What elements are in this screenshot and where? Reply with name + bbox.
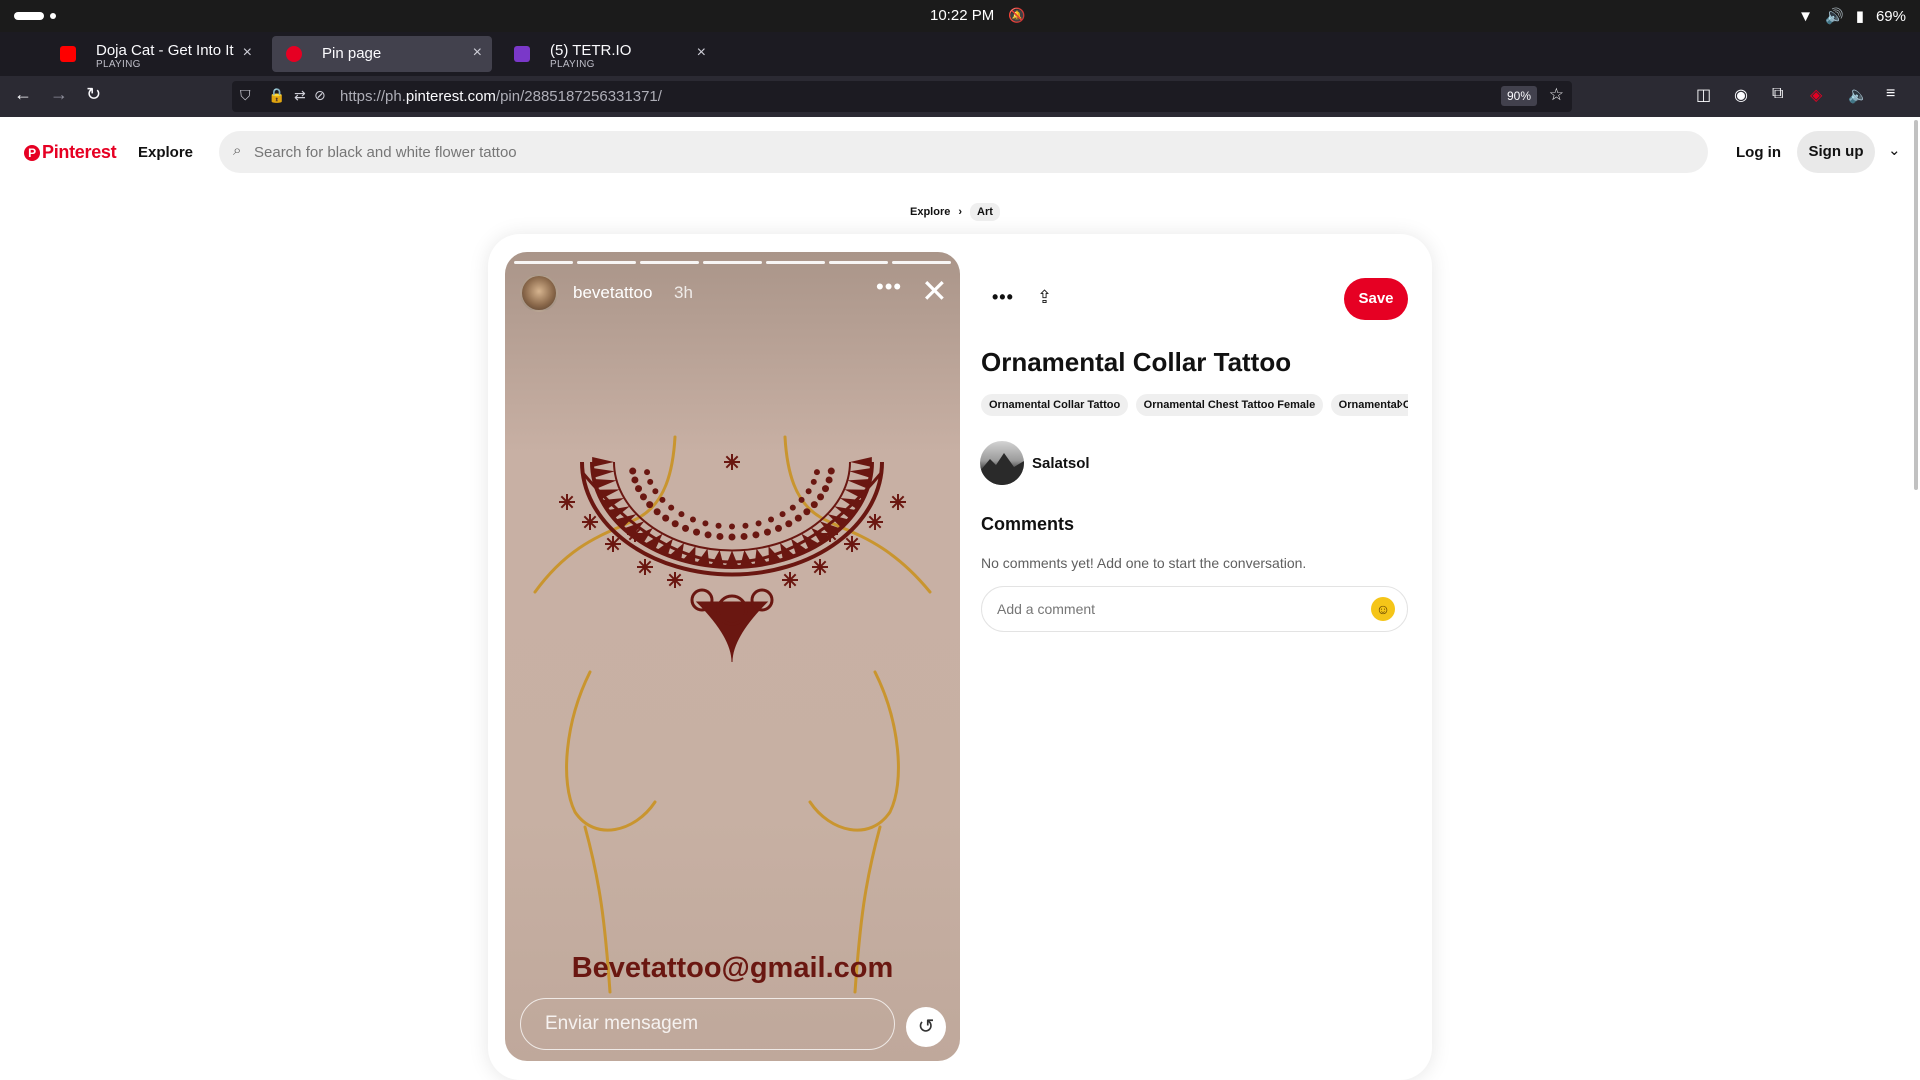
forward-arrow-icon[interactable]: → xyxy=(50,84,68,105)
story-progress-bars xyxy=(514,261,951,264)
pocket-icon[interactable]: ◫ xyxy=(1696,85,1711,105)
chevron-right-icon: › xyxy=(958,206,963,218)
chevron-right-icon[interactable]: › xyxy=(1398,395,1403,412)
comments-empty-text: No comments yet! Add one to start the co… xyxy=(981,555,1307,571)
battery-icon: ▮ xyxy=(1855,8,1864,25)
story-progress-segment xyxy=(703,261,762,264)
reload-icon[interactable]: ↻ xyxy=(86,84,101,105)
comment-placeholder: Add a comment xyxy=(997,601,1096,617)
close-tab-icon[interactable]: × xyxy=(243,44,252,62)
breadcrumb: Explore › Art xyxy=(910,203,1000,221)
zoom-level[interactable]: 90% xyxy=(1500,86,1537,106)
page-scrollbar[interactable] xyxy=(1914,120,1918,490)
story-progress-segment xyxy=(829,261,888,264)
pin-image-story[interactable]: bevetattoo 3h ••• ✕ Bevetattoo@gmail.com… xyxy=(505,252,960,1061)
comments-heading: Comments xyxy=(981,514,1075,534)
activities-indicator[interactable] xyxy=(14,12,44,20)
pin-title: Ornamental Collar Tattoo xyxy=(981,347,1292,377)
emoji-icon[interactable]: ☺ xyxy=(1371,597,1395,621)
story-close-icon: ✕ xyxy=(921,273,948,309)
close-tab-icon[interactable]: × xyxy=(473,44,482,62)
tab-youtube[interactable]: Doja Cat - Get Into It (Yuh PLAYING × xyxy=(46,36,262,72)
tab-audio-icon[interactable]: 🔈 xyxy=(1848,85,1868,105)
system-clock[interactable]: 10:22 PM xyxy=(930,7,994,24)
system-top-bar: 10:22 PM 🔕 ▼ 🔊 ▮ 69% xyxy=(0,0,1920,32)
explore-link[interactable]: Explore xyxy=(138,144,193,161)
workspace-dot xyxy=(50,13,56,19)
story-reply-icon: ↺ xyxy=(906,1007,946,1047)
comment-input[interactable]: Add a comment ☺ xyxy=(981,586,1408,632)
account-icon[interactable]: ◉ xyxy=(1734,85,1748,105)
bookmark-star-icon[interactable]: ☆ xyxy=(1549,85,1564,105)
mountain-avatar-image xyxy=(980,453,1024,485)
system-tray[interactable]: ▼ 🔊 ▮ 69% xyxy=(1798,7,1906,26)
battery-percent: 69% xyxy=(1875,7,1906,25)
search-input[interactable]: ⌕ Search for black and white flower tatt… xyxy=(219,131,1708,173)
tag-list: Ornamental Collar Tattoo Ornamental Ches… xyxy=(981,394,1408,416)
volume-icon: 🔊 xyxy=(1825,8,1844,25)
chevron-down-icon[interactable]: ⌄ xyxy=(1888,141,1901,159)
youtube-favicon-icon xyxy=(60,46,76,62)
tab-status: PLAYING xyxy=(96,59,141,70)
story-email-text: Bevetattoo@gmail.com xyxy=(571,952,894,984)
tab-title: Pin page xyxy=(322,45,382,62)
wifi-icon: ▼ xyxy=(1798,7,1814,25)
back-arrow-icon[interactable]: ← xyxy=(14,84,32,105)
share-icon[interactable]: ⇪ xyxy=(1037,287,1052,308)
tetrio-favicon-icon xyxy=(514,46,530,62)
browser-tab-strip: ▣ Doja Cat - Get Into It (Yuh PLAYING × … xyxy=(0,32,1920,97)
story-time: 3h xyxy=(674,283,693,302)
story-progress-segment xyxy=(766,261,825,264)
close-tab-icon[interactable]: × xyxy=(697,44,706,62)
story-progress-segment xyxy=(514,261,573,264)
signup-button[interactable]: Sign up xyxy=(1797,131,1875,173)
more-options-icon[interactable]: ••• xyxy=(992,287,1014,308)
tab-status: PLAYING xyxy=(550,59,595,70)
collar-tattoo-illustration xyxy=(533,435,932,994)
breadcrumb-art[interactable]: Art xyxy=(970,203,1000,221)
pinterest-logo[interactable]: P Pinterest xyxy=(24,142,117,163)
story-username: bevetattoo xyxy=(573,283,653,302)
author-avatar[interactable] xyxy=(980,441,1024,485)
save-button[interactable]: Save xyxy=(1344,278,1408,320)
search-placeholder: Search for black and white flower tattoo xyxy=(254,144,517,161)
tag-chip[interactable]: Ornamental Chest Tattoo Female xyxy=(1135,394,1324,416)
author-name[interactable]: Salatsol xyxy=(1032,455,1090,472)
breadcrumb-explore[interactable]: Explore xyxy=(910,206,950,218)
story-progress-segment xyxy=(577,261,636,264)
camera-blocked-icon[interactable]: ⊘ xyxy=(314,87,326,104)
login-button[interactable]: Log in xyxy=(1736,144,1781,161)
tracking-shield-icon[interactable]: ⛉ xyxy=(240,87,251,104)
url-text[interactable]: https://ph.pinterest.com/pin/28851872563… xyxy=(340,88,662,105)
story-progress-segment xyxy=(892,261,951,264)
story-more-icon: ••• xyxy=(876,274,903,299)
ublock-icon[interactable]: ◈ xyxy=(1810,85,1822,105)
story-message-input: Enviar mensagem xyxy=(520,998,895,1050)
url-bar[interactable]: ⛉ 🔒 ⇄ ⊘ https://ph.pinterest.com/pin/288… xyxy=(232,81,1572,112)
pinterest-favicon-icon xyxy=(286,46,302,62)
story-avatar xyxy=(520,274,558,312)
lock-icon[interactable]: 🔒 xyxy=(268,87,285,104)
permissions-icon[interactable]: ⇄ xyxy=(294,87,306,104)
pinterest-header: P Pinterest Explore ⌕ Search for black an… xyxy=(0,117,1920,189)
menu-hamburger-icon[interactable]: ≡ xyxy=(1886,85,1895,103)
notifications-muted-icon: 🔕 xyxy=(1008,7,1026,23)
story-progress-segment xyxy=(640,261,699,264)
tab-pin-page[interactable]: Pin page × xyxy=(272,36,492,72)
search-icon: ⌕ xyxy=(233,142,242,159)
tab-tetrio[interactable]: (5) TETR.IO PLAYING × xyxy=(500,36,716,72)
extensions-icon[interactable]: ⧉ xyxy=(1772,85,1783,103)
browser-nav-bar: ← → ↻ ⛉ 🔒 ⇄ ⊘ https://ph.pinterest.com/p… xyxy=(0,76,1920,117)
tag-chip[interactable]: Ornamental Ch xyxy=(1330,394,1408,416)
tag-chip[interactable]: Ornamental Collar Tattoo xyxy=(981,394,1129,416)
pinterest-p-icon: P xyxy=(24,145,40,161)
tab-title: Doja Cat - Get Into It (Yuh xyxy=(96,42,236,59)
tab-title: (5) TETR.IO xyxy=(550,42,632,59)
